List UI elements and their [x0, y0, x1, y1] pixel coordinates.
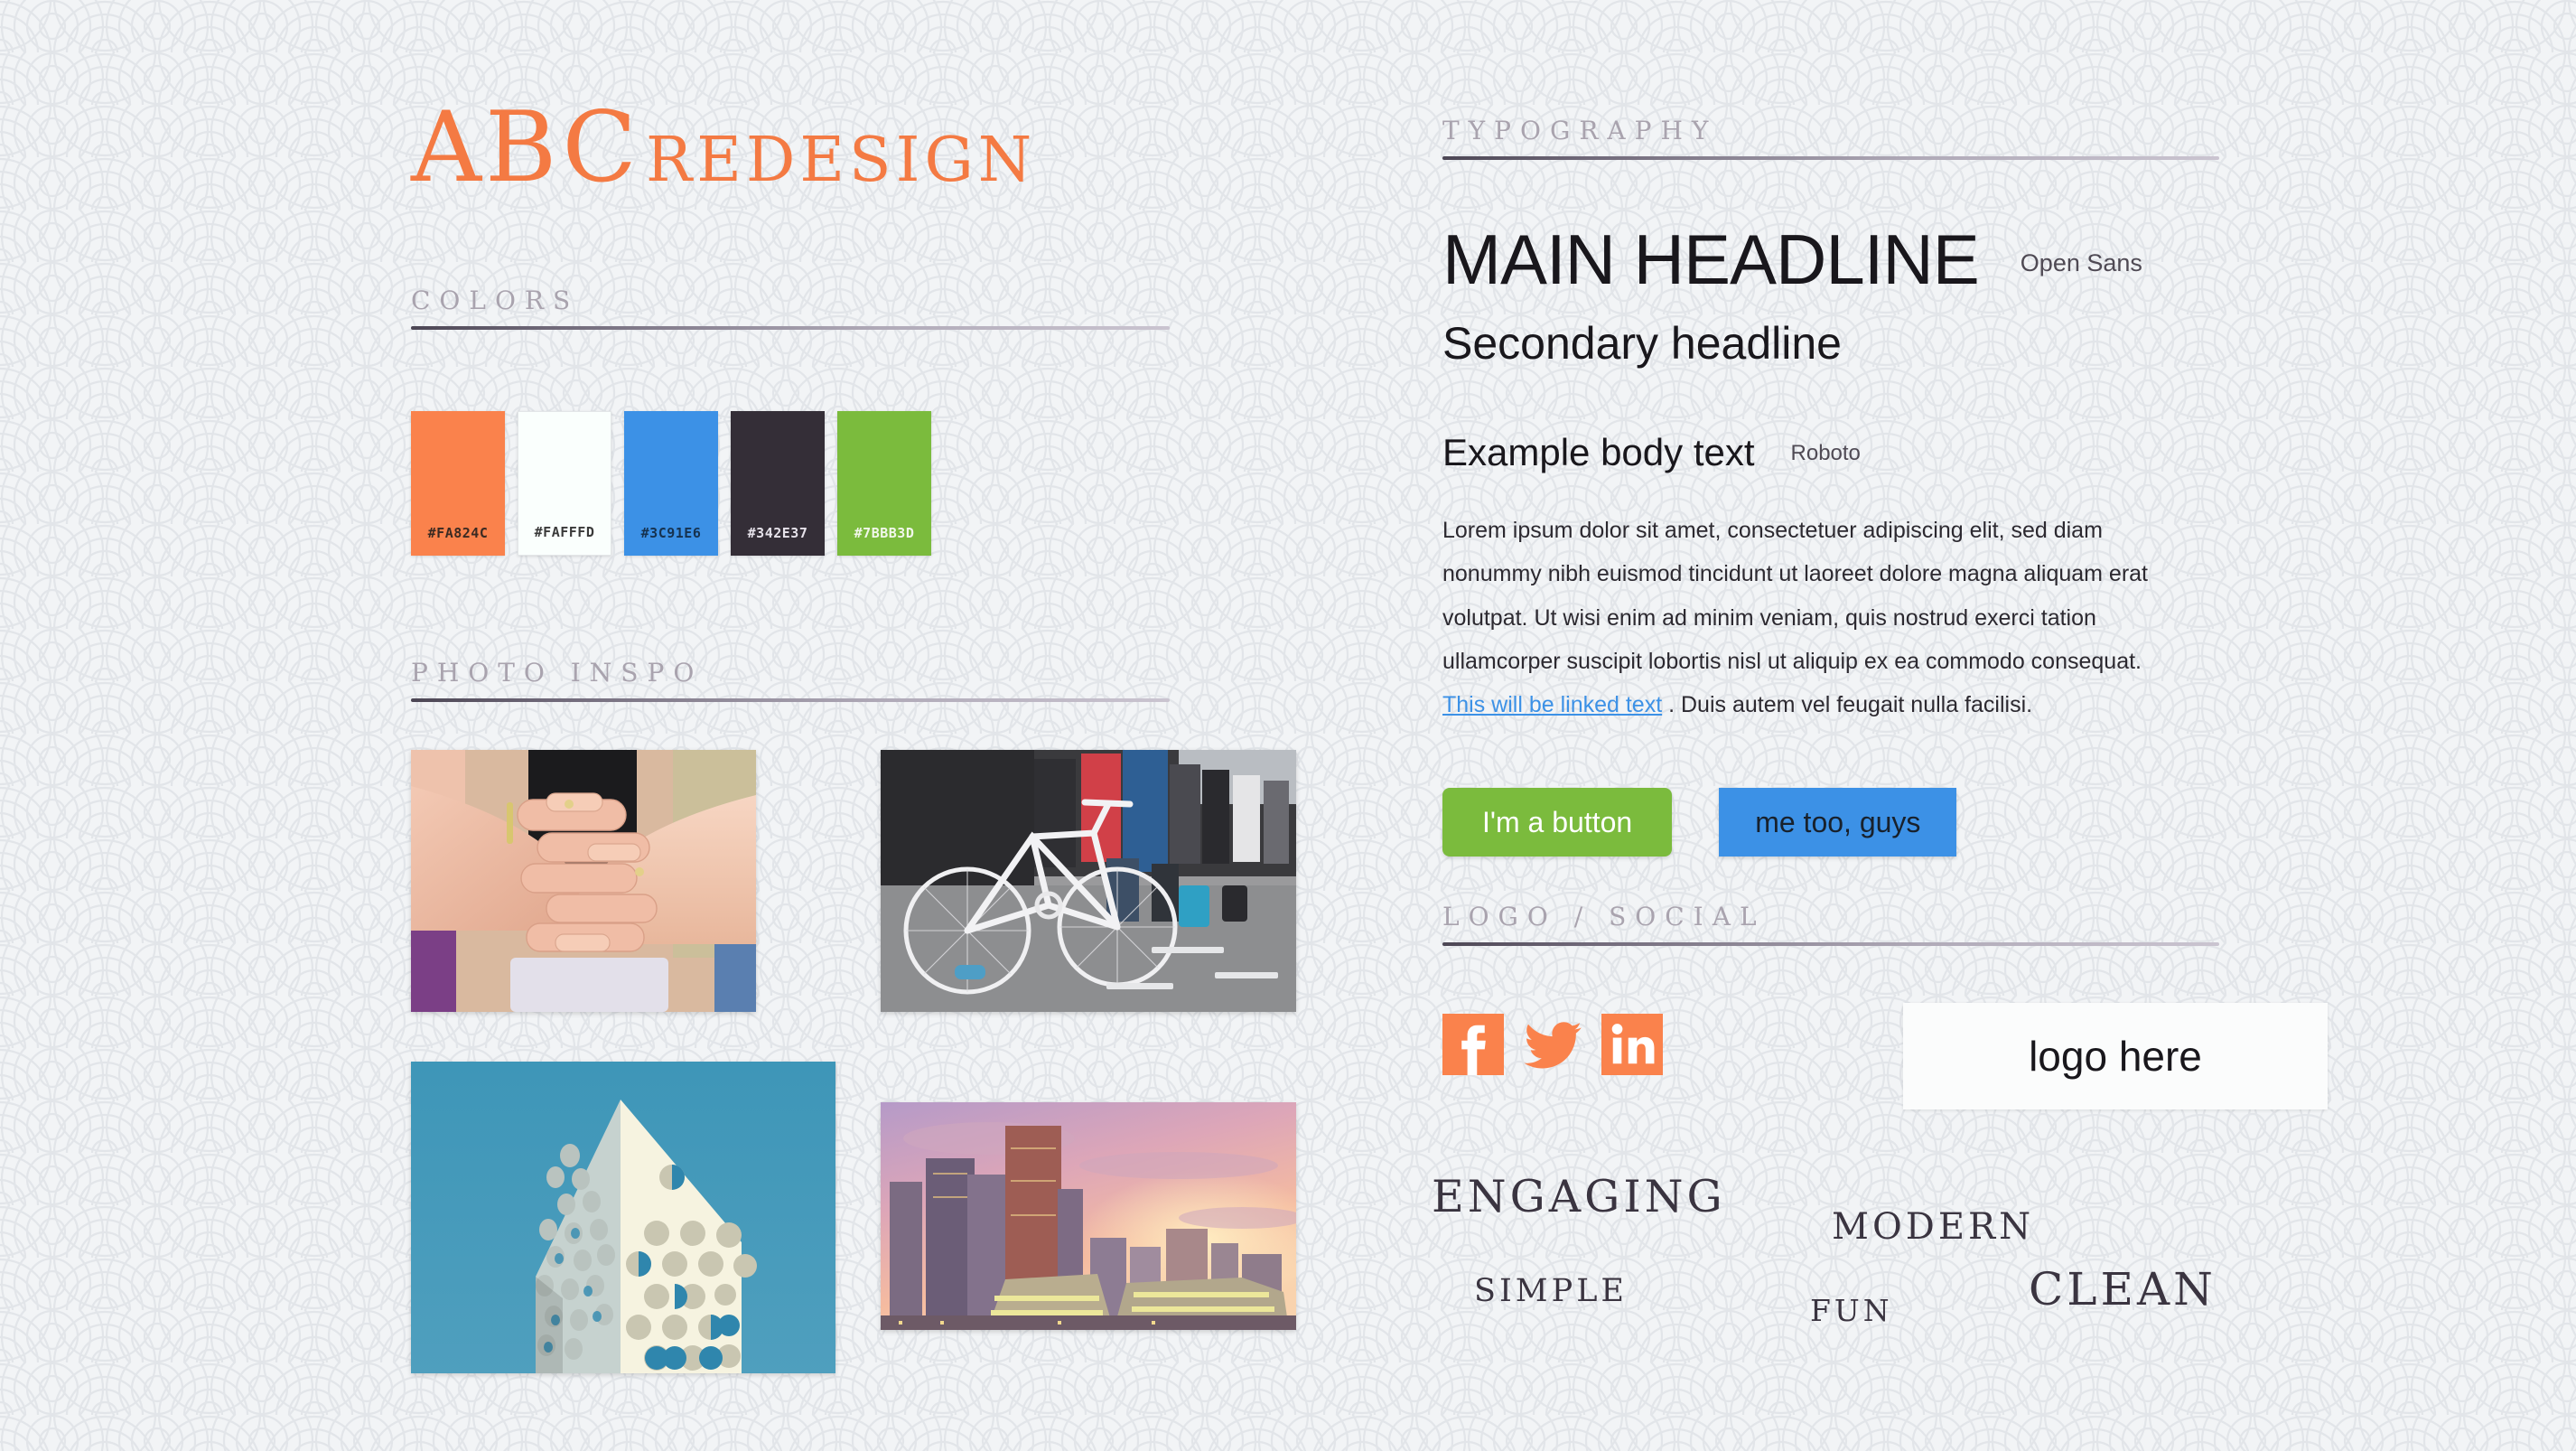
photo-city-sunset[interactable]	[881, 1102, 1296, 1330]
logo-primary-text: ABC	[411, 91, 640, 204]
keyword-tag: MODERN	[1832, 1206, 2035, 1248]
primary-button[interactable]: I'm a button	[1442, 788, 1673, 857]
logo-social-section-header: LOGO / SOCIAL	[1442, 903, 2219, 946]
photo-stacked-hands[interactable]	[411, 750, 756, 1012]
color-swatch-label: #3C91E6	[640, 525, 702, 541]
color-palette: #FA824C #FAFFFD #3C91E6 #342E37 #7BBB3D	[411, 411, 931, 556]
style-tile-page: ABCREDESIGN COLORS #FA824C #FAFFFD #3C91…	[0, 0, 2576, 1451]
color-swatch[interactable]: #342E37	[731, 411, 825, 556]
keyword-tag: ENGAGING	[1432, 1171, 1726, 1222]
keyword-tag: SIMPLE	[1474, 1273, 1628, 1309]
photo-modern-building[interactable]	[411, 1062, 835, 1373]
logo-social-section-rule	[1442, 941, 2219, 946]
logo-secondary-text: REDESIGN	[646, 125, 1037, 196]
photo-inspo-section-title: PHOTO INSPO	[411, 658, 704, 688]
color-swatch[interactable]: #FA824C	[411, 411, 505, 556]
social-row: logo here	[1442, 1003, 2328, 1109]
secondary-button[interactable]: me too, guys	[1719, 788, 1957, 857]
body-font-name: Roboto	[1790, 441, 1861, 465]
colors-section-rule	[411, 325, 1170, 330]
colors-section-title: COLORS	[411, 286, 580, 315]
color-swatch-label: #FAFFFD	[534, 524, 595, 540]
button-group: I'm a button me too, guys	[1442, 788, 1957, 857]
typography-section-header: TYPOGRAPHY	[1442, 117, 2219, 160]
keyword-cloud: ENGAGING MODERN SIMPLE FUN CLEAN	[1432, 1175, 2245, 1409]
keyword-tag: CLEAN	[2029, 1263, 2217, 1315]
color-swatch-label: #342E37	[747, 525, 808, 541]
logo-placeholder-box[interactable]: logo here	[1903, 1003, 2328, 1109]
photo-bicycle-crowd[interactable]	[881, 750, 1296, 1012]
body-text-segment-2: . Duis autem vel feugait nulla facilisi.	[1662, 692, 2033, 717]
secondary-headline: Secondary headline	[1442, 318, 1842, 369]
color-swatch[interactable]: #FAFFFD	[518, 411, 611, 556]
typography-section-rule	[1442, 155, 2219, 160]
body-text-label: Example body text Roboto	[1442, 434, 1861, 472]
photo-inspo-section-header: PHOTO INSPO	[411, 658, 1170, 702]
inline-link[interactable]: This will be linked text	[1442, 692, 1662, 717]
twitter-icon[interactable]	[1522, 1014, 1583, 1075]
body-text-segment-1: Lorem ipsum dolor sit amet, consectetuer…	[1442, 518, 2149, 674]
color-swatch[interactable]: #7BBB3D	[837, 411, 931, 556]
main-headline-text: MAIN HEADLINE	[1442, 220, 1980, 299]
color-swatch[interactable]: #3C91E6	[624, 411, 718, 556]
brand-logo: ABCREDESIGN	[411, 99, 1036, 197]
color-swatch-label: #7BBB3D	[854, 525, 915, 541]
logo-placeholder-text: logo here	[2029, 1033, 2202, 1080]
color-swatch-label: #FA824C	[427, 525, 489, 541]
main-headline: MAIN HEADLINE Open Sans	[1442, 224, 2142, 295]
body-paragraph: Lorem ipsum dolor sit amet, consectetuer…	[1442, 509, 2165, 726]
logo-social-section-title: LOGO / SOCIAL	[1442, 902, 1766, 931]
facebook-icon[interactable]	[1442, 1014, 1504, 1075]
photo-inspo-section-rule	[411, 697, 1170, 702]
main-headline-font-name: Open Sans	[2020, 249, 2142, 276]
colors-section-header: COLORS	[411, 286, 1170, 330]
body-label-text: Example body text	[1442, 431, 1755, 473]
typography-section-title: TYPOGRAPHY	[1442, 116, 1718, 145]
linkedin-icon[interactable]	[1601, 1014, 1663, 1075]
keyword-tag: FUN	[1810, 1293, 1893, 1328]
photo-inspiration-grid	[411, 750, 1296, 1373]
